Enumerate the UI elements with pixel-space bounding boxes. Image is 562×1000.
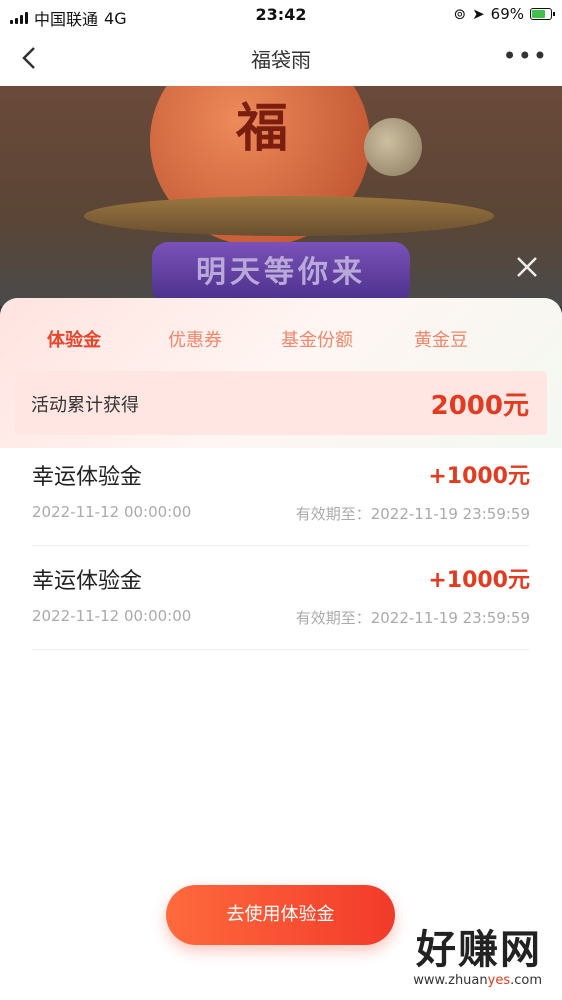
more-horizontal-icon: ••• xyxy=(502,42,548,70)
status-right: ⊚ ➤ 69% xyxy=(453,5,555,23)
summary-value: 2000元 xyxy=(430,391,529,421)
record-date: 2022-11-12 00:00:00 xyxy=(32,607,192,625)
site-watermark: 好赚网 www.zhuanyes.com xyxy=(413,917,542,988)
record-date: 2022-11-12 00:00:00 xyxy=(32,503,192,521)
record-name: 幸运体验金 xyxy=(32,465,143,490)
use-trial-fund-button[interactable]: 去使用体验金 xyxy=(166,885,395,945)
fu-character: 福 xyxy=(236,98,289,159)
summary-label: 活动累计获得 xyxy=(31,395,139,416)
tab-coupons[interactable]: 优惠券 xyxy=(168,326,222,352)
coin-icon xyxy=(364,118,422,176)
close-icon xyxy=(517,257,537,277)
nav-bar: 福袋雨 ••• xyxy=(0,30,562,86)
list-item: 幸运体验金 +1000元 2022-11-12 00:00:00 有效期至：20… xyxy=(32,442,530,546)
record-expiry: 有效期至：2022-11-19 23:59:59 xyxy=(295,609,530,627)
watermark-url: www.zhuanyes.com xyxy=(413,973,542,988)
battery-percent: 69% xyxy=(490,5,524,23)
watermark-logo: 好赚网 xyxy=(416,927,542,973)
plate-image xyxy=(84,196,494,236)
page-title: 福袋雨 xyxy=(251,48,311,72)
location-icon: ➤ xyxy=(472,5,485,23)
record-expiry: 有效期至：2022-11-19 23:59:59 xyxy=(295,505,530,523)
tab-gold-beans[interactable]: 黄金豆 xyxy=(414,326,468,352)
battery-icon xyxy=(530,8,555,20)
list-item: 幸运体验金 +1000元 2022-11-12 00:00:00 有效期至：20… xyxy=(32,546,530,650)
status-bar: 中国联通 4G 23:42 ⊚ ➤ 69% xyxy=(0,0,562,30)
reward-tabs: 体验金 优惠券 基金份额 黄金豆 xyxy=(0,298,562,368)
record-name: 幸运体验金 xyxy=(32,569,143,594)
more-button[interactable]: ••• xyxy=(503,42,548,70)
come-tomorrow-button: 明天等你来 xyxy=(152,242,410,304)
rotation-lock-icon: ⊚ xyxy=(453,5,467,23)
rewards-sheet: 体验金 优惠券 基金份额 黄金豆 活动累计获得 2000元 幸运体验金 +100… xyxy=(0,298,562,1000)
total-summary: 活动累计获得 2000元 xyxy=(15,371,547,435)
close-button[interactable] xyxy=(514,254,540,280)
tab-trial-fund[interactable]: 体验金 xyxy=(47,326,101,352)
record-amount: +1000元 xyxy=(428,568,530,593)
tab-fund-shares[interactable]: 基金份额 xyxy=(281,326,353,352)
banner: 福 明天等你来 xyxy=(0,86,562,306)
record-amount: +1000元 xyxy=(428,464,530,489)
